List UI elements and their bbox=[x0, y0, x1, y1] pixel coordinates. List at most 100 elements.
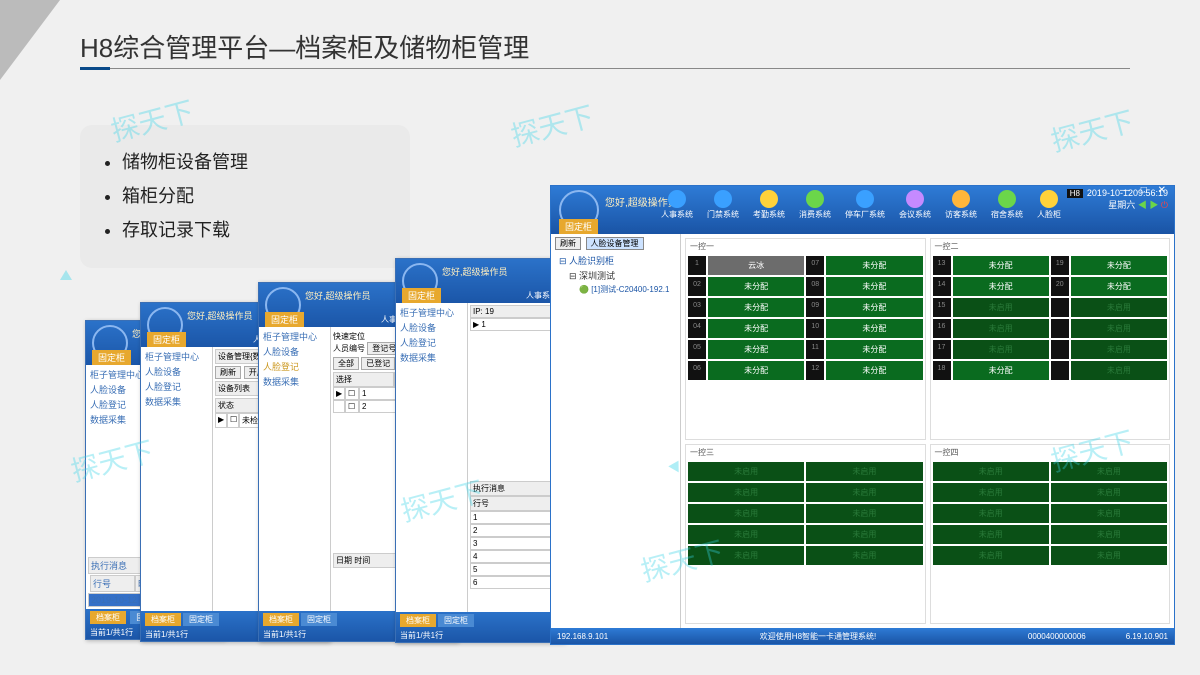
locker-cell-disabled[interactable]: 未启用 bbox=[688, 546, 804, 565]
locker-cell[interactable]: 未分配 bbox=[708, 277, 804, 296]
row-selector[interactable]: ▶ bbox=[215, 413, 227, 428]
nav-next-icon[interactable]: ▶ bbox=[1149, 200, 1158, 210]
table-row[interactable]: 4 bbox=[470, 550, 562, 563]
active-tab[interactable]: 固定柜 bbox=[147, 332, 186, 347]
module-考勤系统[interactable]: 考勤系统 bbox=[753, 190, 785, 220]
module-访客系统[interactable]: 访客系统 bbox=[945, 190, 977, 220]
locker-cell[interactable]: 未分配 bbox=[826, 361, 922, 380]
locker-cell[interactable]: 未分配 bbox=[826, 256, 922, 275]
power-icon[interactable]: ⏻ bbox=[1161, 200, 1168, 210]
filter-all[interactable]: 全部 bbox=[333, 357, 359, 370]
locker-cell-disabled[interactable]: 未启用 bbox=[688, 504, 804, 523]
row-checkbox[interactable]: ☐ bbox=[345, 387, 359, 400]
locker-cell[interactable]: 未分配 bbox=[953, 256, 1049, 275]
locker-cell[interactable]: 云冰 bbox=[708, 256, 804, 275]
locker-cell[interactable]: 未分配 bbox=[708, 319, 804, 338]
locker-cell[interactable]: 未启用 bbox=[953, 340, 1049, 359]
locker-cell-disabled[interactable]: 未启用 bbox=[933, 525, 1049, 544]
locker-cell-disabled[interactable]: 未启用 bbox=[933, 483, 1049, 502]
tree-root[interactable]: ⊟ 人脸识别柜 bbox=[555, 253, 676, 268]
tree-item[interactable]: 柜子管理中心 bbox=[398, 305, 465, 320]
tree-device-leaf[interactable]: 🟢 [1]测试-C20400-192.1 bbox=[555, 283, 676, 296]
locker-cell-disabled[interactable]: 未启用 bbox=[806, 483, 922, 502]
locker-cell[interactable]: 未启用 bbox=[953, 298, 1049, 317]
locker-cell-disabled[interactable]: 未启用 bbox=[1051, 546, 1167, 565]
locker-cell-disabled[interactable]: 未启用 bbox=[688, 462, 804, 481]
locker-cell-disabled[interactable]: 未启用 bbox=[688, 525, 804, 544]
row-arrow[interactable]: ▶ bbox=[333, 387, 345, 400]
locker-cell[interactable]: 未分配 bbox=[708, 361, 804, 380]
locker-cell-disabled[interactable]: 未启用 bbox=[806, 462, 922, 481]
table-row[interactable]: 2 bbox=[470, 524, 562, 537]
locker-cell-disabled[interactable]: 未启用 bbox=[1051, 504, 1167, 523]
table-row[interactable]: 6 bbox=[470, 576, 562, 589]
tree-item[interactable]: 柜子管理中心 bbox=[261, 329, 328, 344]
tree-item[interactable]: 人脸登记 bbox=[143, 379, 210, 394]
footer-tab[interactable]: 档案柜 bbox=[90, 611, 126, 624]
active-tab[interactable]: 固定柜 bbox=[402, 288, 441, 303]
cursor-row[interactable]: ▶ 1 bbox=[470, 318, 562, 331]
locker-cell[interactable]: 未启用 bbox=[1071, 361, 1167, 380]
locker-cell[interactable]: 未分配 bbox=[953, 361, 1049, 380]
active-tab[interactable]: 固定柜 bbox=[559, 219, 598, 234]
locker-cell[interactable]: 未分配 bbox=[708, 340, 804, 359]
module-门禁系统[interactable]: 门禁系统 bbox=[707, 190, 739, 220]
footer-tab[interactable]: 档案柜 bbox=[400, 614, 436, 627]
locker-cell[interactable]: 未分配 bbox=[826, 298, 922, 317]
tree-item[interactable]: 人脸设备 bbox=[261, 344, 328, 359]
module-会议系统[interactable]: 会议系统 bbox=[899, 190, 931, 220]
footer-tab[interactable]: 档案柜 bbox=[145, 613, 181, 626]
locker-cell[interactable]: 未分配 bbox=[826, 277, 922, 296]
footer-tab[interactable]: 固定柜 bbox=[438, 614, 474, 627]
row-arrow[interactable] bbox=[333, 400, 345, 413]
module-人事系统[interactable]: 人事系统 bbox=[661, 190, 693, 220]
locker-cell-disabled[interactable]: 未启用 bbox=[806, 546, 922, 565]
table-row[interactable]: 3 bbox=[470, 537, 562, 550]
locker-cell[interactable]: 未分配 bbox=[1071, 277, 1167, 296]
active-tab[interactable]: 固定柜 bbox=[92, 350, 131, 365]
module-宿舍系统[interactable]: 宿舍系统 bbox=[991, 190, 1023, 220]
locker-cell[interactable]: 未启用 bbox=[953, 319, 1049, 338]
tree-item[interactable]: 数据采集 bbox=[398, 350, 465, 365]
nav-prev-icon[interactable]: ◀ bbox=[1138, 200, 1147, 210]
locker-cell-disabled[interactable]: 未启用 bbox=[688, 483, 804, 502]
table-row[interactable]: 1 bbox=[470, 511, 562, 524]
tree-item[interactable]: 柜子管理中心 bbox=[143, 349, 210, 364]
locker-cell-disabled[interactable]: 未启用 bbox=[933, 462, 1049, 481]
locker-cell-disabled[interactable]: 未启用 bbox=[933, 546, 1049, 565]
tree-item[interactable]: 数据采集 bbox=[261, 374, 328, 389]
tree-item[interactable]: 人脸设备 bbox=[143, 364, 210, 379]
locker-cell[interactable]: 未启用 bbox=[1071, 298, 1167, 317]
refresh-button[interactable]: 刷新 bbox=[555, 237, 581, 250]
tree-item[interactable]: 人脸设备 bbox=[398, 320, 465, 335]
locker-cell-disabled[interactable]: 未启用 bbox=[1051, 462, 1167, 481]
tree-item-active[interactable]: 人脸登记 bbox=[261, 359, 328, 374]
filter-registered[interactable]: 已登记 bbox=[361, 357, 395, 370]
locker-cell[interactable]: 未分配 bbox=[826, 319, 922, 338]
locker-cell-disabled[interactable]: 未启用 bbox=[806, 525, 922, 544]
footer-tab[interactable]: 固定柜 bbox=[183, 613, 219, 626]
module-消费系统[interactable]: 消费系统 bbox=[799, 190, 831, 220]
locker-cell-disabled[interactable]: 未启用 bbox=[1051, 525, 1167, 544]
locker-cell[interactable]: 未启用 bbox=[1071, 319, 1167, 338]
table-row[interactable]: 5 bbox=[470, 563, 562, 576]
locker-cell[interactable]: 未分配 bbox=[1071, 256, 1167, 275]
locker-cell[interactable]: 未分配 bbox=[826, 340, 922, 359]
active-tab[interactable]: 固定柜 bbox=[265, 312, 304, 327]
module-停车厂系统[interactable]: 停车厂系统 bbox=[845, 190, 885, 220]
locker-cell-disabled[interactable]: 未启用 bbox=[1051, 483, 1167, 502]
row-checkbox[interactable]: ☐ bbox=[345, 400, 359, 413]
device-manage-button[interactable]: 人脸设备管理 bbox=[586, 237, 644, 250]
refresh-button[interactable]: 刷新 bbox=[215, 366, 241, 379]
tree-item[interactable]: 数据采集 bbox=[143, 394, 210, 409]
row-checkbox[interactable]: ☐ bbox=[227, 413, 239, 428]
locker-cell-disabled[interactable]: 未启用 bbox=[933, 504, 1049, 523]
module-人脸柜[interactable]: 人脸柜 bbox=[1037, 190, 1061, 220]
footer-tab[interactable]: 档案柜 bbox=[263, 613, 299, 626]
tree-branch[interactable]: ⊟ 深圳测试 bbox=[555, 268, 676, 283]
locker-cell[interactable]: 未分配 bbox=[953, 277, 1049, 296]
locker-cell[interactable]: 未分配 bbox=[708, 298, 804, 317]
tree-item[interactable]: 人脸登记 bbox=[398, 335, 465, 350]
locker-cell-disabled[interactable]: 未启用 bbox=[806, 504, 922, 523]
footer-tab[interactable]: 固定柜 bbox=[301, 613, 337, 626]
